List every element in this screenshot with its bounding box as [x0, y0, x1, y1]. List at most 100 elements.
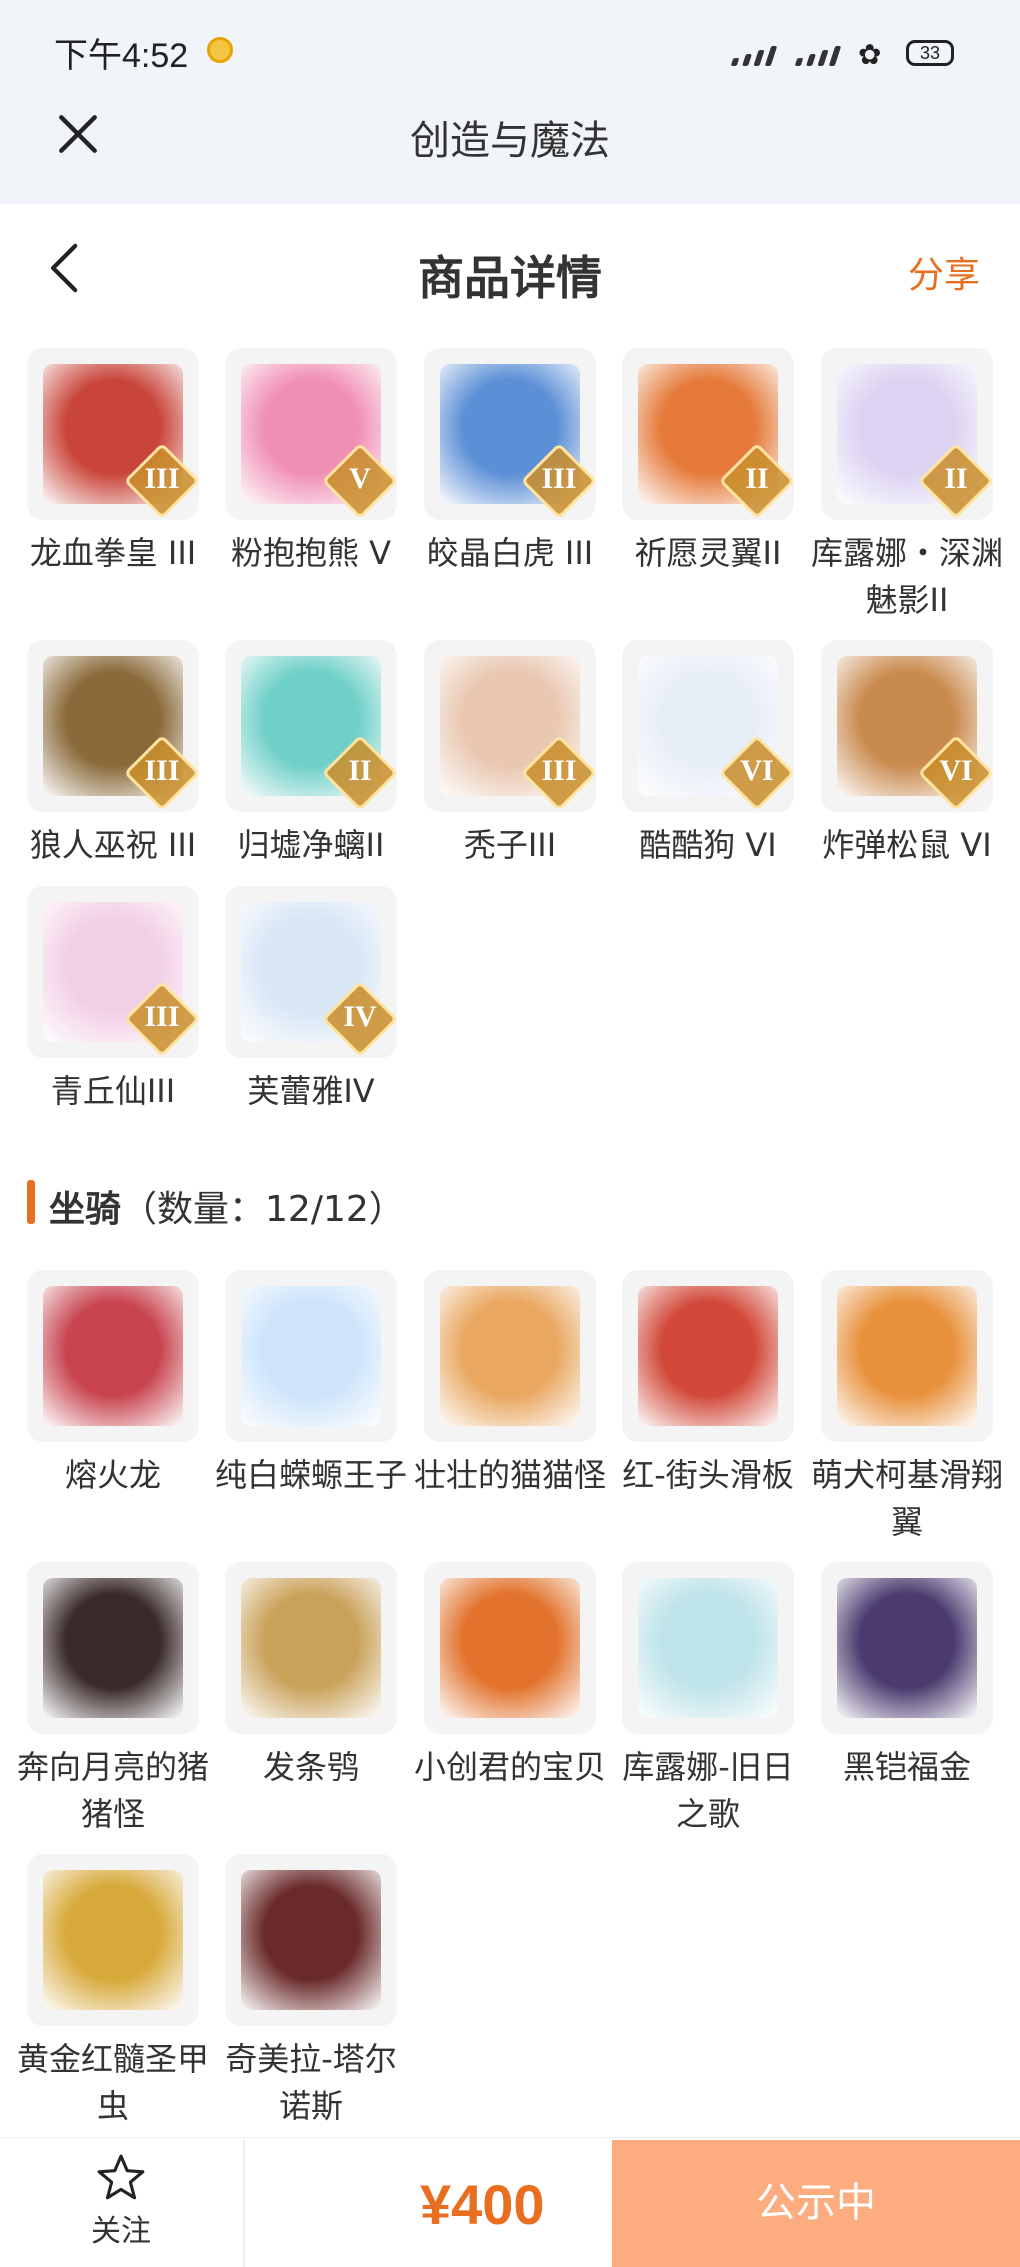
- skin-thumbnail: VI: [622, 640, 794, 812]
- mount-name: 发条鸮: [262, 1748, 359, 1786]
- mount-thumbnail: [225, 1562, 397, 1734]
- footer-divider: [243, 2140, 245, 2267]
- section-label: 坐骑（数量：12/12）: [49, 1180, 405, 1232]
- skin-item[interactable]: V 粉抱抱熊 V: [225, 348, 397, 577]
- mount-image: [837, 1578, 977, 1718]
- skin-thumbnail: III: [424, 640, 596, 812]
- follow-label: 关注: [91, 2214, 151, 2249]
- mount-thumbnail: [27, 1854, 199, 2026]
- skin-name: 粉抱抱熊 V: [230, 534, 392, 572]
- mount-thumbnail: [821, 1562, 993, 1734]
- skin-name: 秃子III: [463, 826, 557, 864]
- mount-thumbnail: [27, 1562, 199, 1734]
- skin-thumbnail: III: [27, 348, 199, 520]
- skin-item[interactable]: II 归墟净螭II: [225, 640, 397, 869]
- mount-item[interactable]: 库露娜-旧日之歌: [622, 1562, 794, 1838]
- section-count: （数量：12/12）: [121, 1189, 405, 1230]
- skin-item[interactable]: III 秃子III: [424, 640, 596, 869]
- mount-name: 熔火龙: [64, 1456, 161, 1494]
- skin-name: 狼人巫祝 III: [29, 826, 197, 864]
- mount-thumbnail: [622, 1270, 794, 1442]
- skin-name: 皎晶白虎 III: [426, 534, 594, 572]
- mount-item[interactable]: 萌犬柯基滑翔翼: [811, 1270, 1003, 1546]
- mount-thumbnail: [622, 1562, 794, 1734]
- rank-badge-label: III: [541, 462, 577, 495]
- mount-image: [241, 1286, 381, 1426]
- mount-image: [241, 1578, 381, 1718]
- skin-thumbnail: III: [27, 640, 199, 812]
- mount-image: [638, 1578, 778, 1718]
- mount-name: 萌犬柯基滑翔翼: [810, 1456, 1003, 1541]
- mount-name: 红-街头滑板: [622, 1456, 794, 1494]
- skin-thumbnail: II: [821, 348, 993, 520]
- rank-badge-label: III: [541, 754, 577, 787]
- rank-badge-label: II: [348, 754, 372, 787]
- mount-name: 奔向月亮的猪猪怪: [16, 1748, 209, 1833]
- mount-name: 奇美拉-塔尔诺斯: [225, 2040, 397, 2125]
- mount-item[interactable]: 黑铠福金: [821, 1562, 993, 1791]
- mount-name: 黑铠福金: [842, 1748, 971, 1786]
- mount-thumbnail: [424, 1270, 596, 1442]
- skin-thumbnail: III: [27, 886, 199, 1058]
- skin-item[interactable]: III 皎晶白虎 III: [424, 348, 596, 577]
- status-bar: 下午4:52 ✿ 33: [0, 0, 1020, 100]
- skin-item[interactable]: III 狼人巫祝 III: [27, 640, 199, 869]
- mount-item[interactable]: 纯白蝾螈王子: [215, 1270, 407, 1499]
- skin-name: 酷酷狗 VI: [639, 826, 777, 864]
- skin-item[interactable]: IV 芙蕾雅IV: [225, 886, 397, 1115]
- mount-image: [43, 1870, 183, 2010]
- mount-image: [837, 1286, 977, 1426]
- mount-item[interactable]: 熔火龙: [27, 1270, 199, 1499]
- skin-item[interactable]: VI 酷酷狗 VI: [622, 640, 794, 869]
- moon-icon: [207, 37, 233, 63]
- status-time: 下午4:52: [54, 37, 189, 75]
- mount-image: [440, 1578, 580, 1718]
- skin-item[interactable]: III 龙血拳皇 III: [27, 348, 199, 577]
- battery-icon: 33: [906, 40, 954, 66]
- star-icon: [97, 2154, 145, 2200]
- skin-name: 归墟净螭II: [237, 826, 385, 864]
- mount-item[interactable]: 小创君的宝贝: [414, 1562, 606, 1791]
- mount-image: [43, 1286, 183, 1426]
- page-title: 商品详情: [418, 251, 602, 305]
- mount-name: 小创君的宝贝: [413, 1748, 606, 1786]
- share-button[interactable]: 分享: [908, 246, 980, 298]
- follow-button[interactable]: 关注: [56, 2152, 186, 2250]
- skin-name: 芙蕾雅IV: [247, 1072, 375, 1110]
- skin-name: 炸弹松鼠 VI: [822, 826, 992, 864]
- status-button[interactable]: 公示中: [612, 2140, 1020, 2267]
- skin-name: 祈愿灵翼II: [634, 534, 782, 572]
- mount-image: [241, 1870, 381, 2010]
- mount-image: [638, 1286, 778, 1426]
- mount-name: 纯白蝾螈王子: [214, 1456, 407, 1494]
- skin-thumbnail: IV: [225, 886, 397, 1058]
- section-title: 坐骑: [49, 1189, 122, 1230]
- rank-badge-label: III: [144, 1000, 180, 1033]
- price: ¥400: [420, 2173, 545, 2236]
- skin-item[interactable]: III 青丘仙III: [27, 886, 199, 1115]
- rank-badge-label: VI: [939, 754, 973, 787]
- mount-item[interactable]: 奔向月亮的猪猪怪: [17, 1562, 209, 1838]
- rank-badge-label: III: [144, 754, 180, 787]
- skin-item[interactable]: II 祈愿灵翼II: [622, 348, 794, 577]
- section-accent-bar: [27, 1180, 35, 1224]
- mount-item[interactable]: 黄金红髓圣甲虫: [17, 1854, 209, 2130]
- skin-thumbnail: III: [424, 348, 596, 520]
- mount-item[interactable]: 红-街头滑板: [622, 1270, 794, 1499]
- mount-name: 库露娜-旧日之歌: [622, 1748, 794, 1833]
- mount-item[interactable]: 发条鸮: [225, 1562, 397, 1791]
- skin-item[interactable]: VI 炸弹松鼠 VI: [821, 640, 993, 869]
- mount-item[interactable]: 奇美拉-塔尔诺斯: [225, 1854, 397, 2130]
- rank-badge-label: II: [745, 462, 769, 495]
- skin-name: 库露娜・深渊魅影II: [810, 534, 1003, 619]
- mount-thumbnail: [27, 1270, 199, 1442]
- skin-item[interactable]: II 库露娜・深渊魅影II: [811, 348, 1003, 624]
- rank-badge-label: III: [144, 462, 180, 495]
- skin-thumbnail: II: [225, 640, 397, 812]
- app-title: 创造与魔法: [410, 118, 610, 164]
- mount-item[interactable]: 壮壮的猫猫怪: [414, 1270, 606, 1499]
- mount-name: 壮壮的猫猫怪: [413, 1456, 606, 1494]
- signal-icon: [728, 44, 778, 66]
- rank-badge-label: IV: [343, 1000, 377, 1033]
- mount-thumbnail: [225, 1270, 397, 1442]
